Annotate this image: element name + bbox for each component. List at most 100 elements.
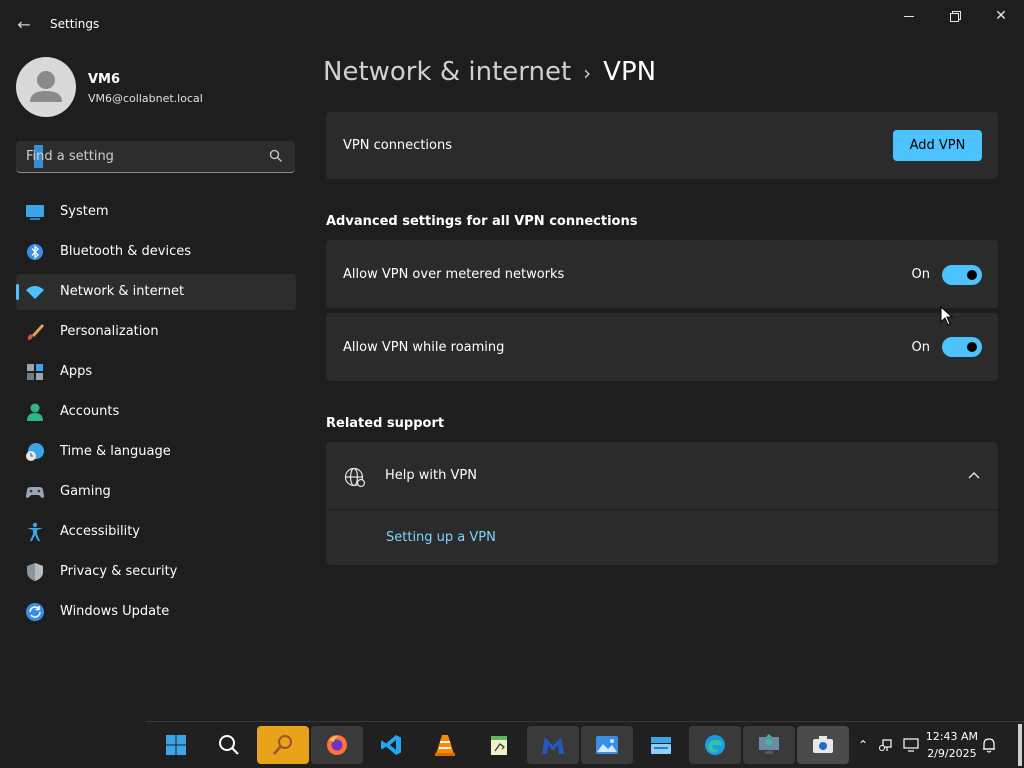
taskbar-app-camera[interactable] [797,726,849,764]
toggle-knob [967,270,977,280]
taskbar-app-photos[interactable] [581,726,633,764]
notifications-bell-icon[interactable] [980,736,998,754]
setting-up-vpn-link[interactable]: Setting up a VPN [386,530,496,545]
close-button[interactable]: ✕ [978,0,1024,32]
taskbar-app-malwarebytes[interactable] [527,726,579,764]
minimize-button[interactable] [886,0,932,32]
sidebar-item-label: Time & language [60,444,171,459]
sidebar-item-label: Gaming [60,484,111,499]
mouse-cursor-icon [940,306,954,326]
sidebar-item-windows-update[interactable]: Windows Update [16,594,296,630]
edge-icon [705,735,725,755]
breadcrumb-parent[interactable]: Network & internet [323,57,571,87]
sidebar-item-privacy[interactable]: Privacy & security [16,554,296,590]
firefox-icon [327,735,347,755]
start-button[interactable] [150,726,202,764]
taskbar-app-remote-desktop[interactable] [743,726,795,764]
metered-networks-toggle[interactable] [942,265,982,285]
sidebar-item-accessibility[interactable]: Accessibility [16,514,296,550]
minimize-icon [904,15,914,17]
taskbar-app-search-tool[interactable] [257,726,309,764]
globe-icon [344,467,366,488]
network-disconnected-icon [879,739,892,751]
search-icon [219,735,239,755]
bell-icon [983,738,995,753]
taskbar-app-firefox[interactable] [311,726,363,764]
roaming-toggle[interactable] [942,337,982,357]
taskbar-app-vscode[interactable] [365,726,417,764]
search-input-text: Find a setting [26,149,114,164]
taskbar-app-notepad[interactable] [473,726,525,764]
show-desktop-button[interactable] [1018,724,1022,766]
sidebar-item-time-language[interactable]: Time & language [16,434,296,470]
related-support-title: Related support [326,416,445,431]
advanced-settings-title: Advanced settings for all VPN connection… [326,214,638,229]
sidebar-item-apps[interactable]: Apps [16,354,296,390]
back-arrow-icon: ← [17,14,31,34]
vlc-icon [435,735,455,756]
windows-logo-icon [166,735,186,755]
taskbar-app-edge[interactable] [689,726,741,764]
remote-desktop-icon [759,734,779,754]
clock-date: 2/9/2025 [927,747,977,760]
help-vpn-label: Help with VPN [385,468,477,483]
sidebar-item-label: Accounts [60,404,120,419]
display-status-icon[interactable] [902,736,920,754]
sidebar-item-label: Accessibility [60,524,140,539]
user-email: VM6@collabnet.local [88,92,203,105]
vscode-icon [381,735,401,755]
taskbar-app-keyboard[interactable] [635,726,687,764]
accessibility-icon [27,522,43,541]
breadcrumb: Network & internet › VPN [323,57,656,87]
sidebar-nav: System Bluetooth & devices Network & int… [16,194,296,634]
sidebar-item-label: Windows Update [60,604,170,619]
user-name: VM6 [88,72,121,87]
help-vpn-expander[interactable]: Help with VPN [326,442,998,510]
sidebar-item-personalization[interactable]: Personalization [16,314,296,350]
sidebar-item-system[interactable]: System [16,194,296,230]
ethernet-status-icon[interactable] [878,736,896,754]
page-title: VPN [603,57,657,87]
roaming-card: Allow VPN while roaming On [326,313,998,381]
taskbar: ⌃ 12:43 AM 2/9/2025 [146,721,1024,768]
search-icon[interactable] [269,149,283,163]
close-icon: ✕ [995,8,1007,24]
avatar[interactable] [16,57,76,117]
vpn-connections-label: VPN connections [343,138,452,153]
camera-icon [813,736,833,753]
breadcrumb-separator: › [583,61,592,85]
metered-networks-label: Allow VPN over metered networks [343,267,565,282]
malwarebytes-icon [542,737,564,754]
system-icon [26,205,44,220]
app-title: Settings [50,17,100,31]
add-vpn-button[interactable]: Add VPN [893,130,982,161]
taskbar-search-button[interactable] [203,726,255,764]
wifi-icon [26,286,44,299]
restore-icon [949,10,961,22]
search-input[interactable]: Find a setting [16,141,295,173]
vpn-connections-card: VPN connections Add VPN [326,112,998,179]
sidebar-item-network[interactable]: Network & internet [16,274,296,310]
help-vpn-card: Help with VPN Setting up a VPN [326,442,998,565]
sidebar-item-bluetooth[interactable]: Bluetooth & devices [16,234,296,270]
taskbar-app-vlc[interactable] [419,726,471,764]
bluetooth-icon [27,244,43,260]
globe-clock-icon [26,443,44,461]
taskbar-clock[interactable]: 12:43 AM 2/9/2025 [926,728,978,762]
metered-toggle-state: On [911,267,930,282]
sidebar-item-accounts[interactable]: Accounts [16,394,296,430]
maximize-button[interactable] [932,0,978,32]
gamepad-icon [26,487,44,498]
brush-icon [27,324,44,340]
roaming-label: Allow VPN while roaming [343,340,505,355]
tray-overflow-chevron-icon[interactable]: ⌃ [854,736,872,754]
sidebar-item-label: Bluetooth & devices [60,244,191,259]
sidebar-item-label: Personalization [60,324,159,339]
photos-icon [596,736,618,754]
accounts-icon [27,403,43,421]
sidebar-item-label: Network & internet [60,284,185,299]
back-button[interactable]: ← [8,10,40,38]
toggle-knob [967,342,977,352]
sidebar-item-gaming[interactable]: Gaming [16,474,296,510]
update-icon [26,603,44,621]
